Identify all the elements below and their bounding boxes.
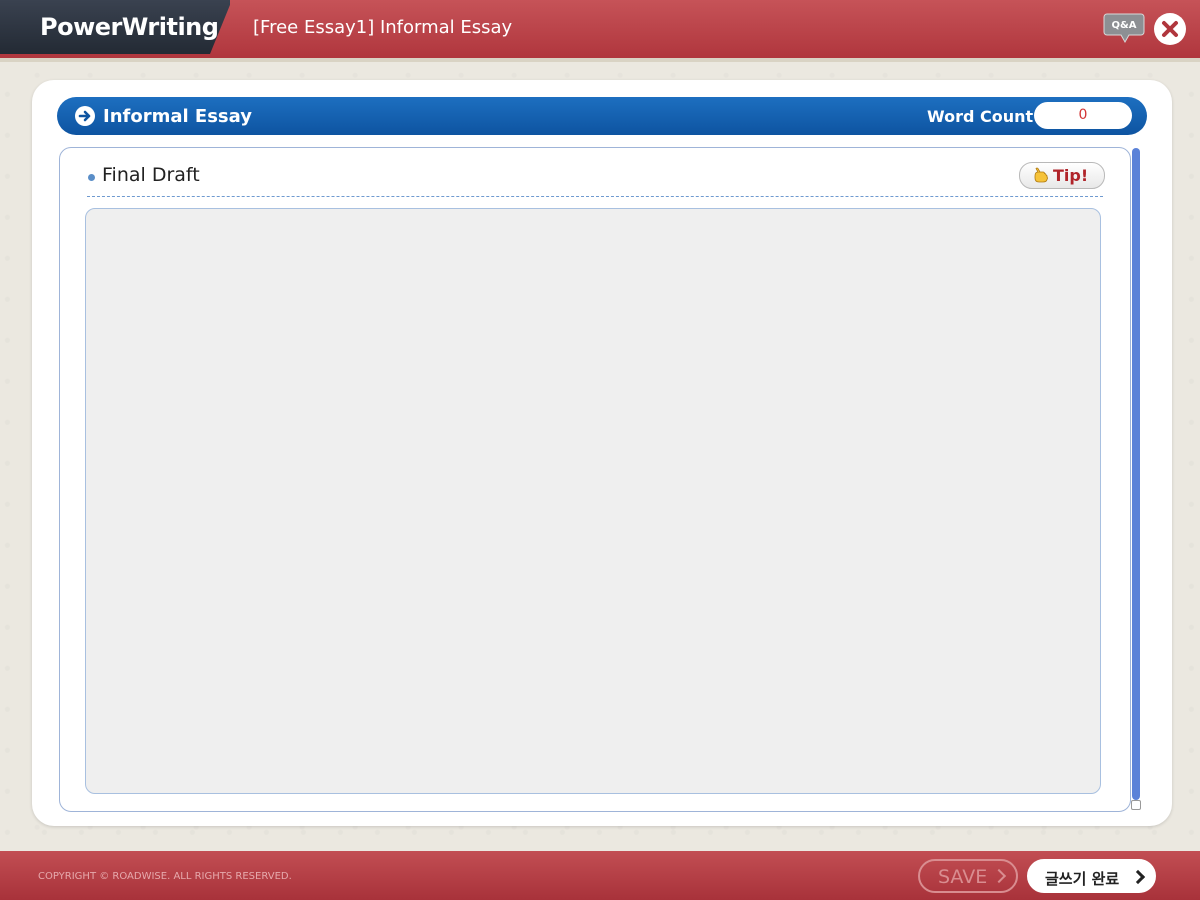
header-band: [0, 58, 1200, 62]
chevron-right-icon: [1130, 869, 1146, 885]
scroll-down-arrow[interactable]: [1131, 800, 1141, 810]
vertical-scrollbar[interactable]: [1131, 148, 1141, 810]
arrow-right-icon: [75, 106, 95, 126]
complete-writing-button[interactable]: 글쓰기 완료: [1027, 859, 1156, 893]
pointing-hand-icon: [1034, 167, 1048, 183]
qa-button[interactable]: Q&A: [1103, 12, 1145, 44]
chevron-right-icon: [991, 868, 1007, 884]
scrollbar-thumb[interactable]: [1132, 148, 1140, 800]
word-count-label: Word Count: [927, 107, 1034, 126]
save-button[interactable]: SAVE: [918, 859, 1018, 893]
essay-panel: Informal Essay Word Count 0 Final Draft …: [32, 80, 1172, 826]
page-title: [Free Essay1] Informal Essay: [253, 17, 513, 38]
app-footer: COPYRIGHT © ROADWISE. ALL RIGHTS RESERVE…: [0, 851, 1200, 900]
section-bar: Informal Essay Word Count 0: [57, 97, 1147, 135]
save-label: SAVE: [938, 866, 988, 888]
bullet-icon: [88, 174, 95, 181]
draft-title: Final Draft: [102, 164, 200, 186]
complete-label: 글쓰기 완료: [1045, 870, 1120, 888]
qa-label: Q&A: [1112, 20, 1137, 31]
app-logo: PowerWriting: [40, 13, 219, 41]
logo-area: PowerWriting: [0, 0, 230, 54]
qa-bubble-icon: Q&A: [1103, 13, 1145, 44]
tip-label: Tip!: [1053, 166, 1089, 185]
essay-editor[interactable]: [85, 208, 1101, 794]
tip-button[interactable]: Tip!: [1019, 162, 1105, 189]
word-count-value: 0: [1034, 102, 1132, 129]
copyright-text: COPYRIGHT © ROADWISE. ALL RIGHTS RESERVE…: [38, 871, 292, 882]
dashed-divider: [87, 196, 1103, 197]
draft-frame: Final Draft Tip!: [59, 147, 1131, 812]
close-button[interactable]: [1154, 13, 1186, 45]
close-icon: [1162, 21, 1178, 37]
section-title: Informal Essay: [103, 106, 252, 127]
app-header: PowerWriting [Free Essay1] Informal Essa…: [0, 0, 1200, 59]
